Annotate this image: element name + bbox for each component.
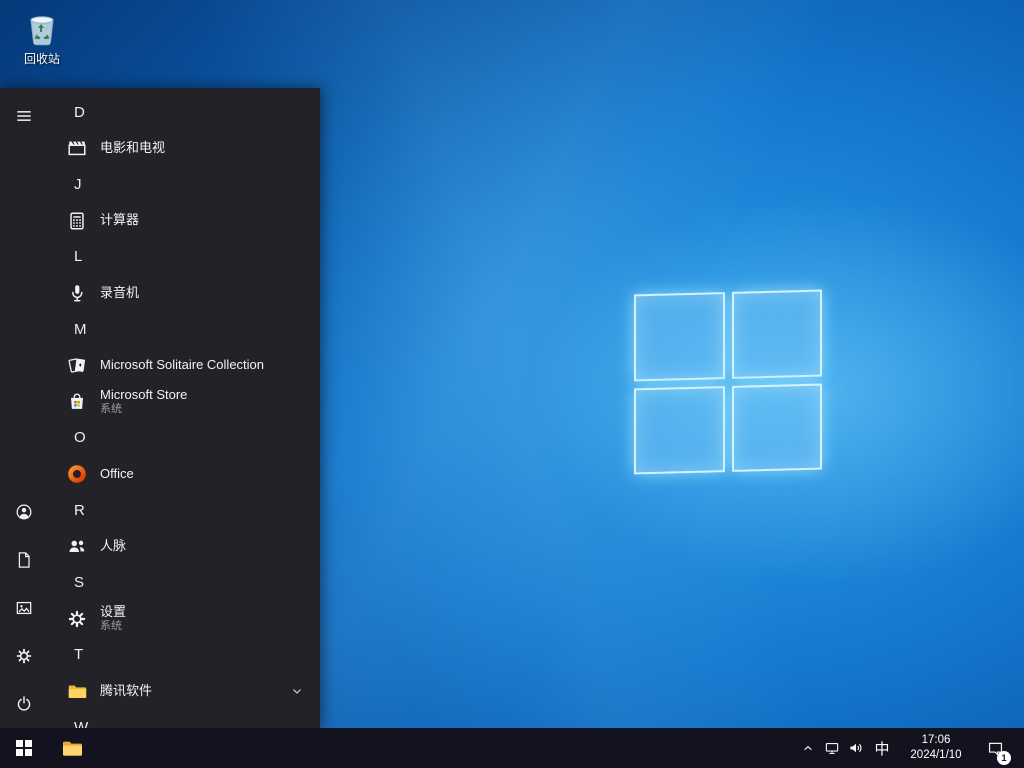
- start-app-solitaire[interactable]: Microsoft Solitaire Collection: [48, 347, 320, 383]
- section-letter-s[interactable]: S: [48, 564, 320, 600]
- recycle-bin-shortcut[interactable]: 回收站: [10, 8, 74, 67]
- section-letter-o[interactable]: O: [48, 420, 320, 456]
- start-menu: D 电影和电视 J 计算器 L 录音机 M Microsoft Solitair…: [0, 88, 320, 728]
- clock[interactable]: 17:06 2024/1/10: [900, 733, 972, 763]
- gear-icon: [64, 606, 90, 632]
- action-center-button[interactable]: 1: [980, 728, 1011, 768]
- notification-badge: 1: [997, 751, 1011, 765]
- clock-date: 2024/1/10: [910, 749, 962, 761]
- logo-pane: [634, 385, 725, 475]
- office-icon: [64, 461, 90, 487]
- app-label: 腾讯软件: [100, 682, 153, 698]
- ime-indicator[interactable]: 中: [868, 728, 896, 768]
- app-label: 电影和电视: [100, 139, 166, 155]
- start-app-office[interactable]: Office: [48, 456, 320, 492]
- calculator-icon: [64, 208, 90, 234]
- clock-time: 17:06: [921, 734, 951, 747]
- start-button[interactable]: [0, 728, 48, 768]
- section-letter-d[interactable]: D: [48, 94, 320, 130]
- logo-pane: [731, 383, 822, 472]
- recycle-bin-icon: [10, 8, 74, 48]
- section-letter-t[interactable]: T: [48, 637, 320, 673]
- file-explorer-icon: [63, 741, 82, 756]
- movies-tv-icon: [64, 135, 90, 161]
- section-letter-r[interactable]: R: [48, 492, 320, 528]
- documents-icon[interactable]: [0, 536, 48, 584]
- windows-hero-logo: [634, 289, 822, 475]
- app-label: 人脉: [100, 537, 127, 553]
- start-app-list: D 电影和电视 J 计算器 L 录音机 M Microsoft Solitair…: [48, 88, 320, 728]
- section-letter-m[interactable]: M: [48, 311, 320, 347]
- section-letter-w[interactable]: W: [48, 709, 320, 728]
- windows-desktop: 回收站 D 电影和电视 J 计算器 L 录音机 M Microsoft Soli…: [0, 0, 1024, 768]
- chevron-down-icon[interactable]: [290, 684, 304, 698]
- logo-pane: [731, 289, 822, 379]
- app-label: Microsoft Store: [100, 386, 188, 402]
- folder-icon: [64, 678, 90, 704]
- file-explorer-button[interactable]: [48, 728, 96, 768]
- power-icon[interactable]: [0, 680, 48, 728]
- network-icon[interactable]: [820, 728, 844, 768]
- app-sublabel: 系统: [100, 402, 122, 415]
- pictures-icon[interactable]: [0, 584, 48, 632]
- recycle-bin-label: 回收站: [23, 52, 60, 66]
- app-sublabel: 系统: [100, 619, 122, 632]
- store-icon: [64, 389, 90, 415]
- logo-pane: [634, 292, 725, 381]
- app-label: 计算器: [100, 212, 140, 228]
- section-letter-l[interactable]: L: [48, 239, 320, 275]
- app-label: 录音机: [100, 284, 140, 300]
- microphone-icon: [64, 280, 90, 306]
- section-letter-j[interactable]: J: [48, 166, 320, 202]
- app-label: 设置: [100, 603, 127, 619]
- app-label: Microsoft Solitaire Collection: [100, 356, 265, 372]
- tray-overflow-chevron-icon[interactable]: [796, 728, 820, 768]
- start-app-movies-tv[interactable]: 电影和电视: [48, 130, 320, 166]
- taskbar: 中 17:06 2024/1/10 1: [0, 728, 1024, 768]
- start-menu-rail: [0, 88, 48, 728]
- app-label: Office: [100, 465, 134, 481]
- windows-logo-icon: [16, 740, 32, 756]
- start-app-settings[interactable]: 设置 系统: [48, 601, 320, 637]
- start-folder-tencent[interactable]: 腾讯软件: [48, 673, 320, 709]
- people-icon: [64, 533, 90, 559]
- solitaire-icon: [64, 352, 90, 378]
- account-icon[interactable]: [0, 488, 48, 536]
- start-app-microsoft-store[interactable]: Microsoft Store 系统: [48, 384, 320, 420]
- hamburger-menu-icon[interactable]: [0, 92, 48, 140]
- start-app-calculator[interactable]: 计算器: [48, 203, 320, 239]
- volume-icon[interactable]: [844, 728, 868, 768]
- start-app-voice-recorder[interactable]: 录音机: [48, 275, 320, 311]
- system-tray: 中 17:06 2024/1/10 1: [796, 728, 1024, 768]
- start-app-people[interactable]: 人脉: [48, 528, 320, 564]
- settings-gear-icon[interactable]: [0, 632, 48, 680]
